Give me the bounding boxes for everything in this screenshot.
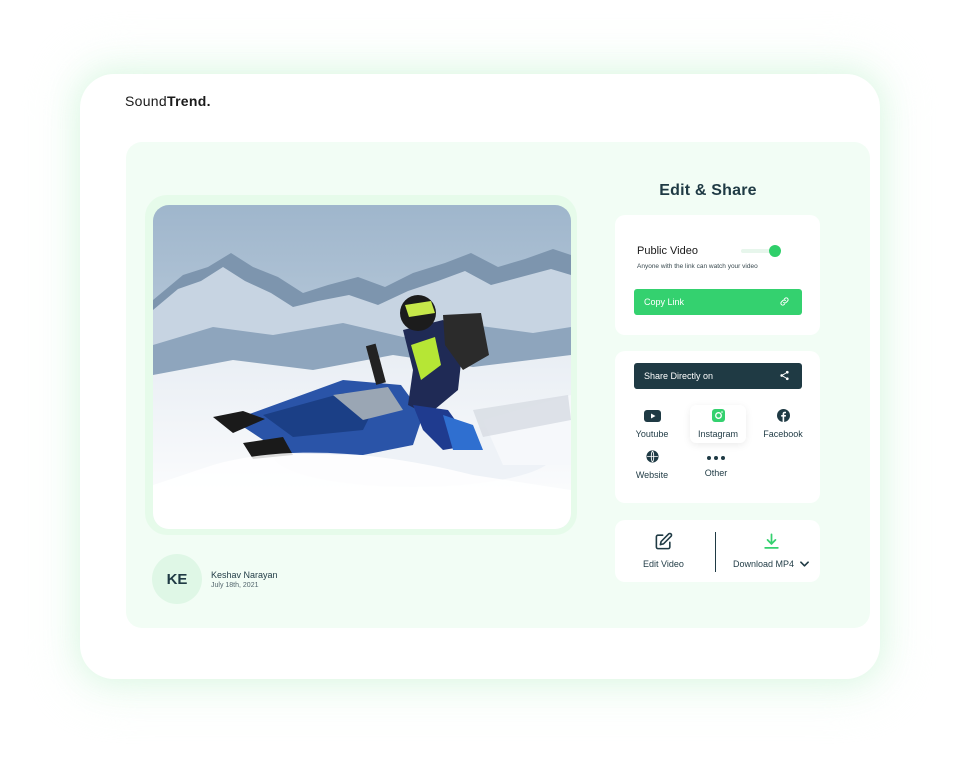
video-preview[interactable] <box>153 205 571 529</box>
main-card: SoundTrend. KE Keshav Narayan July 18th,… <box>80 74 880 679</box>
share-option-instagram[interactable]: Instagram <box>690 405 746 443</box>
author-info: KE Keshav Narayan July 18th, 2021 <box>152 554 278 604</box>
chevron-down-icon[interactable] <box>800 561 809 567</box>
youtube-icon <box>643 409 661 424</box>
public-video-description: Anyone with the link can watch your vide… <box>637 263 758 270</box>
panel-title: Edit & Share <box>659 182 757 199</box>
share-option-youtube[interactable]: Youtube <box>624 405 680 443</box>
share-option-label: Other <box>704 467 728 478</box>
download-mp4-button[interactable]: Download MP4 <box>733 532 809 569</box>
globe-icon <box>645 450 659 465</box>
avatar[interactable]: KE <box>152 554 202 604</box>
video-thumbnail-image <box>153 205 571 529</box>
share-option-facebook[interactable]: Facebook <box>755 405 811 443</box>
share-option-label: Youtube <box>635 428 669 439</box>
share-option-other[interactable]: Other <box>688 446 744 484</box>
link-icon <box>779 296 790 309</box>
share-option-website[interactable]: Website <box>624 446 680 484</box>
edit-video-label: Edit Video <box>643 559 684 569</box>
video-frame <box>145 195 577 535</box>
facebook-icon <box>776 409 790 424</box>
share-directly-label: Share Directly on <box>644 371 714 381</box>
author-meta: Keshav Narayan July 18th, 2021 <box>211 570 278 589</box>
actions-divider <box>715 532 716 572</box>
download-mp4-label: Download MP4 <box>733 559 795 569</box>
edit-video-button[interactable]: Edit Video <box>643 532 684 569</box>
edit-icon <box>654 532 673 553</box>
actions-card: Edit Video Download MP4 <box>615 520 820 582</box>
public-video-toggle[interactable] <box>741 245 783 257</box>
copy-link-label: Copy Link <box>644 297 685 307</box>
download-mp4-label-wrap: Download MP4 <box>733 559 809 569</box>
share-option-label: Instagram <box>697 429 739 439</box>
brand-logo[interactable]: SoundTrend. <box>125 93 211 109</box>
author-name: Keshav Narayan <box>211 569 278 580</box>
copy-link-button[interactable]: Copy Link <box>634 289 802 315</box>
brand-bold: Trend. <box>166 93 211 109</box>
author-date: July 18th, 2021 <box>211 581 259 589</box>
toggle-knob <box>769 245 781 257</box>
share-option-label: Facebook <box>763 429 803 439</box>
public-video-card: Public Video Anyone with the link can wa… <box>615 215 820 335</box>
download-icon <box>762 532 781 553</box>
public-video-label: Public Video <box>637 245 698 257</box>
share-directly-bar[interactable]: Share Directly on <box>634 363 802 389</box>
share-option-label: Website <box>635 470 669 480</box>
brand-regular: Sound <box>125 93 167 109</box>
share-directly-card: Share Directly on Youtube Instagram Face… <box>615 351 820 503</box>
instagram-icon <box>711 409 725 424</box>
content-panel: KE Keshav Narayan July 18th, 2021 Edit &… <box>126 142 870 628</box>
share-icon <box>779 370 790 383</box>
more-dots-icon <box>706 453 726 463</box>
